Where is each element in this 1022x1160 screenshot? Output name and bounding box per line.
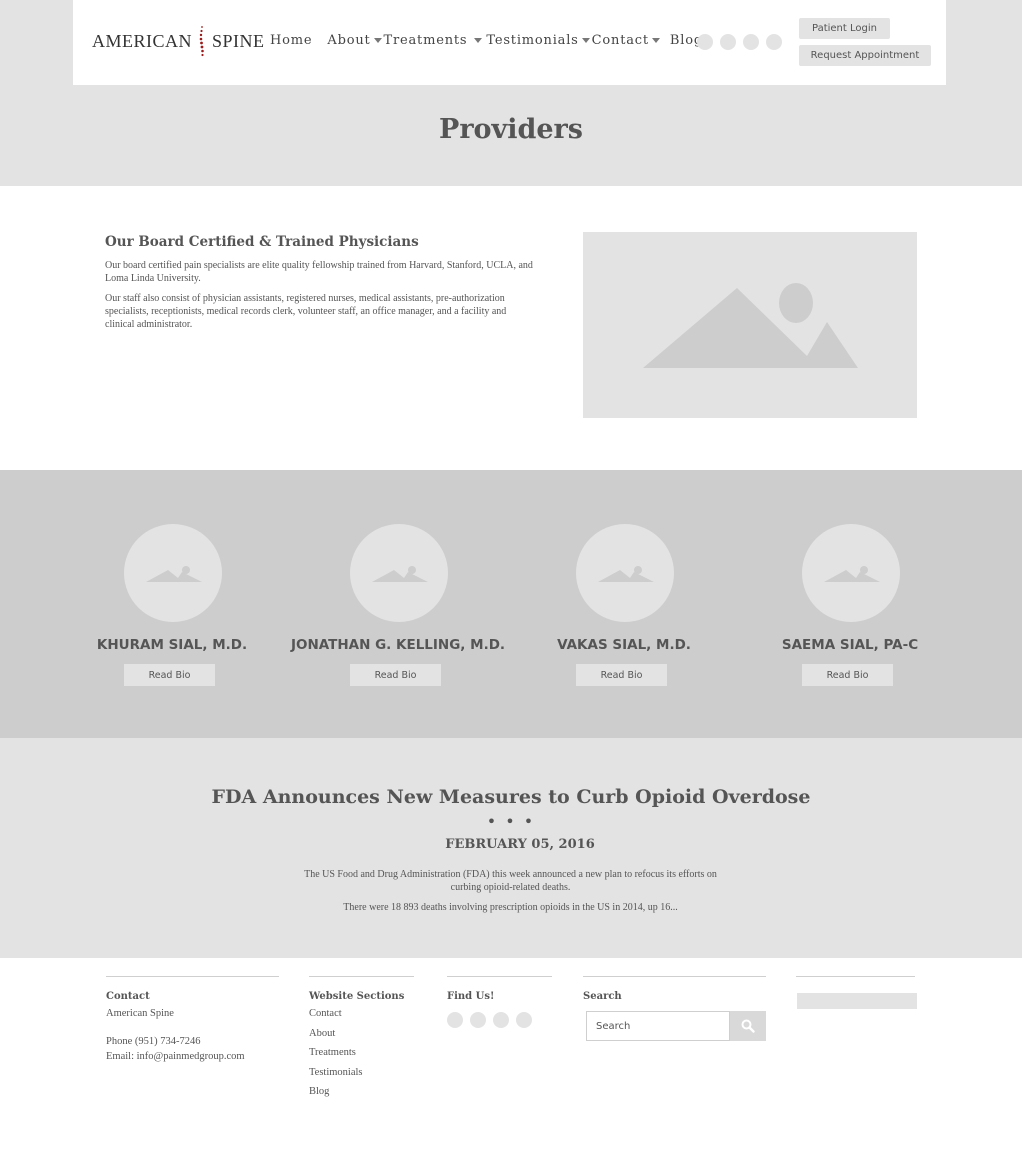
chevron-down-icon	[581, 38, 590, 43]
intro-paragraph: Our staff also consist of physician assi…	[105, 293, 507, 330]
social-icon[interactable]	[743, 34, 759, 50]
footer-search: Search	[583, 976, 766, 1002]
avatar[interactable]	[124, 524, 222, 622]
image-placeholder-icon	[146, 566, 202, 582]
footer-find-us-heading: Find Us!	[447, 991, 495, 1002]
news-section: FDA Announces New Measures to Curb Opioi…	[0, 738, 1022, 958]
read-bio-button[interactable]: Read Bio	[350, 664, 441, 686]
search-form	[586, 1011, 766, 1041]
avatar[interactable]	[802, 524, 900, 622]
image-placeholder-icon	[824, 566, 880, 582]
chevron-down-icon	[474, 38, 483, 43]
provider-name: JONATHAN G. KELLING, M.D.	[290, 637, 506, 653]
footer-contact-heading: Contact	[106, 991, 150, 1002]
nav-testimonials[interactable]: Testimonials	[486, 33, 591, 48]
news-date: FEBRUARY 05, 2016	[445, 837, 595, 852]
spine-logo-icon	[198, 24, 206, 58]
provider-name: SAEMA SIAL, PA-C	[781, 637, 919, 653]
footer-link-about[interactable]: About	[309, 1024, 414, 1044]
footer-link-testimonials[interactable]: Testimonials	[309, 1063, 414, 1083]
footer-sections: Website Sections Contact About Treatment…	[309, 976, 414, 1102]
avatar[interactable]	[576, 524, 674, 622]
image-placeholder-icon	[372, 566, 428, 582]
search-input[interactable]	[586, 1011, 730, 1041]
nav-about-label: About	[327, 33, 371, 48]
logo-text-right: SPINE	[212, 30, 265, 51]
social-icon[interactable]	[766, 34, 782, 50]
nav-contact-label: Contact	[591, 33, 649, 48]
image-placeholder-icon	[598, 566, 654, 582]
footer-extra	[796, 976, 915, 977]
footer-search-heading: Search	[583, 991, 622, 1002]
nav-testimonials-label: Testimonials	[486, 33, 579, 48]
search-button[interactable]	[730, 1011, 766, 1041]
nav-treatments[interactable]: Treatments	[384, 33, 485, 48]
footer-phone: Phone (951) 734-7246	[106, 1036, 201, 1047]
main-nav: Home About Treatments Testimonials Conta…	[270, 33, 703, 48]
nav-home-label: Home	[270, 33, 313, 48]
social-icon[interactable]	[493, 1012, 509, 1028]
intro-heading: Our Board Certified & Trained Physicians	[105, 234, 419, 250]
footer-social-links	[447, 1012, 552, 1028]
site-header: AMERICAN SPINE Home About Treatments Tes…	[73, 0, 946, 85]
patient-login-button[interactable]: Patient Login	[799, 18, 890, 39]
news-paragraph: The US Food and Drug Administration (FDA…	[304, 869, 717, 893]
news-separator: • • •	[486, 812, 536, 831]
footer-contact: Contact American Spine Phone (951) 734-7…	[106, 976, 279, 1064]
social-icon[interactable]	[447, 1012, 463, 1028]
image-placeholder-icon	[643, 283, 858, 368]
nav-contact[interactable]: Contact	[592, 33, 670, 48]
page-title: Providers	[439, 114, 583, 145]
footer-link-blog[interactable]: Blog	[309, 1082, 414, 1102]
request-appointment-button[interactable]: Request Appointment	[799, 45, 931, 66]
news-paragraph: There were 18 893 deaths involving presc…	[343, 902, 678, 913]
logo-text-left: AMERICAN	[92, 30, 193, 51]
social-icon[interactable]	[720, 34, 736, 50]
site-logo[interactable]: AMERICAN SPINE	[92, 24, 265, 58]
search-icon	[741, 1019, 755, 1033]
header-social-links	[697, 34, 782, 50]
read-bio-button[interactable]: Read Bio	[124, 664, 215, 686]
social-icon[interactable]	[516, 1012, 532, 1028]
social-icon[interactable]	[697, 34, 713, 50]
provider-name: VAKAS SIAL, M.D.	[557, 637, 691, 653]
intro-paragraph: Our board certified pain specialists are…	[105, 260, 533, 284]
social-icon[interactable]	[470, 1012, 486, 1028]
footer-email[interactable]: Email: info@painmedgroup.com	[106, 1049, 279, 1064]
footer-link-contact[interactable]: Contact	[309, 1004, 414, 1024]
footer-link-treatments[interactable]: Treatments	[309, 1043, 414, 1063]
nav-about[interactable]: About	[327, 33, 383, 48]
nav-treatments-label: Treatments	[383, 33, 468, 48]
provider-name: KHURAM SIAL, M.D.	[96, 637, 248, 653]
image-placeholder	[583, 232, 917, 418]
read-bio-button[interactable]: Read Bio	[576, 664, 667, 686]
chevron-down-icon	[373, 38, 382, 43]
avatar[interactable]	[350, 524, 448, 622]
footer-company-name: American Spine	[106, 1008, 174, 1019]
footer-placeholder-bar	[797, 993, 917, 1009]
footer-find-us: Find Us!	[447, 976, 552, 1028]
news-title[interactable]: FDA Announces New Measures to Curb Opioi…	[0, 786, 1022, 808]
chevron-down-icon	[651, 38, 660, 43]
nav-home[interactable]: Home	[270, 33, 312, 48]
providers-section: KHURAM SIAL, M.D. Read Bio JONATHAN G. K…	[0, 470, 1022, 738]
read-bio-button[interactable]: Read Bio	[802, 664, 893, 686]
footer-sections-heading: Website Sections	[309, 991, 405, 1002]
